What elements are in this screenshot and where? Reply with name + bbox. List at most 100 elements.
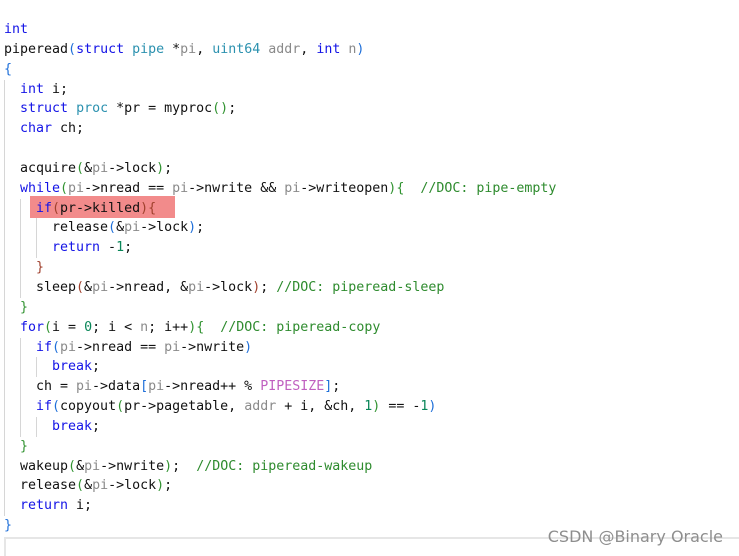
code-token: - [100,240,117,256]
watermark: CSDN @Binary Oracle [547,527,723,546]
code-token: ( [60,180,69,196]
code-token: & [84,160,93,176]
code-editor[interactable]: int piperead(struct pipe * pi, uint64 addr… [4,20,556,536]
code-token: //DOC: pipe-empty [404,180,557,196]
code-token: ->nread == [76,339,165,355]
code-token: release [52,220,109,236]
indent-guide [4,158,20,179]
code-line[interactable]: } [4,258,556,278]
code-token: piperead [4,41,69,57]
code-token: ->lock [204,279,253,295]
code-token: return [52,240,101,256]
code-line[interactable]: while(pi ->nread == pi ->nwrite && pi ->wri… [4,178,557,199]
code-line[interactable]: int [4,20,556,40]
code-token: } [20,299,29,315]
code-token: * [164,41,181,57]
code-token: { [196,319,205,335]
code-token: pr->killed [60,200,141,216]
code-token: 1 [364,399,373,415]
code-token: if [36,200,53,216]
indent-guide [20,198,36,219]
code-line[interactable]: { [4,60,556,80]
code-token: } [36,260,45,276]
code-token: ( [52,339,61,355]
code-line[interactable]: wakeup(& pi ->nwrite); //DOC: piperead-wak… [4,456,556,477]
code-token: ( [76,478,85,494]
code-token: ->data [92,379,141,395]
code-line[interactable]: } [4,436,556,457]
code-token: return [20,498,69,514]
code-token: *pr = myproc [108,101,213,117]
code-token: ch; [52,121,85,137]
indent-guide [4,198,20,219]
code-token: //DOC: piperead-copy [204,319,381,335]
code-line[interactable]: if(copyout(pr->pagetable, addr + i, &ch,… [4,397,556,417]
code-line[interactable]: } [4,516,556,536]
code-line[interactable]: if(pi ->nread == pi ->nwrite) [4,337,556,358]
code-token: ; [172,458,197,474]
code-token: n [348,41,357,57]
code-token: ->nwrite [100,458,165,474]
code-token: ; [332,379,341,395]
code-token: ) [140,200,149,216]
indent-guide [20,337,36,358]
code-token: ; [164,478,173,494]
code-token: 1 [116,240,125,256]
indent-guide [4,79,20,100]
code-token: ->lock [108,478,157,494]
code-line[interactable]: struct proc *pr = myproc(); [4,99,556,120]
code-token: pi [60,339,77,355]
code-token: ( [108,220,117,236]
code-token: pi [92,279,109,295]
code-token: pi [188,279,205,295]
code-line[interactable]: int i; [4,79,556,100]
indent-guide [36,416,52,437]
indent-guide [4,238,20,259]
code-line[interactable]: ch = pi ->data[pi ->nread++ % PIPESIZE]; [4,377,556,398]
code-token: () [212,101,229,117]
code-token: ( [76,160,85,176]
indent-guide [4,377,20,398]
code-line[interactable] [4,139,556,159]
code-token: ch = [36,379,77,395]
code-token: ) [252,279,261,295]
code-token: ) [164,458,173,474]
code-token: ] [324,379,333,395]
code-token: & [84,478,93,494]
code-line[interactable]: release(& pi ->lock); [4,218,556,239]
code-token: ; [260,279,277,295]
code-line[interactable]: sleep(& pi ->nread, & pi ->lock); //DOC: pip… [4,277,556,298]
code-token: pi [124,220,141,236]
code-line[interactable]: } [4,297,556,318]
code-token: int [4,22,29,37]
code-line[interactable]: piperead(struct pipe * pi, uint64 addr, i… [4,40,556,60]
indent-guide [4,456,20,477]
code-line[interactable]: for(i = 0; i < n; i++){ //DOC: piperead-… [4,317,556,338]
code-token: if [36,399,53,415]
code-token: ) [428,399,437,415]
code-token: proc [76,101,109,117]
indent-guide [20,277,36,298]
code-token: break [52,359,93,375]
code-line[interactable]: if(pr->killed){ [4,198,556,219]
code-line[interactable]: return i; [4,496,556,517]
code-line[interactable]: break; [4,357,556,378]
code-line[interactable]: return -1; [4,238,556,259]
indent-guide [36,238,52,259]
code-token: //DOC: piperead-sleep [276,279,445,295]
code-token: ) [244,339,253,355]
code-token: int [316,41,341,57]
code-line[interactable]: acquire(& pi ->lock); [4,158,556,179]
code-token: int [20,81,45,97]
code-token: while [20,180,61,196]
code-line[interactable]: release(& pi ->lock); [4,476,556,497]
indent-guide [4,139,20,159]
indent-guide [4,397,20,417]
code-line[interactable]: break; [4,416,556,437]
code-token: pi [92,160,109,176]
code-line[interactable]: char ch; [4,119,556,140]
code-token: { [396,180,405,196]
code-token: ->nread == [84,180,173,196]
